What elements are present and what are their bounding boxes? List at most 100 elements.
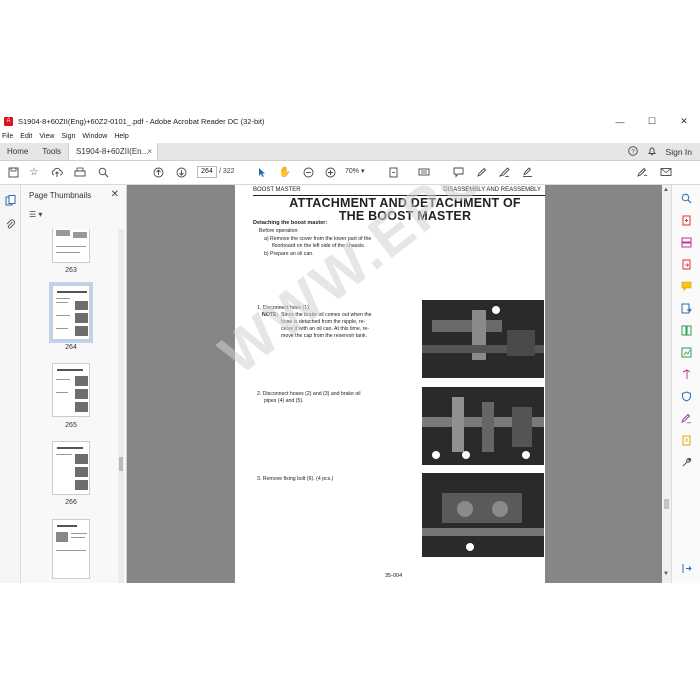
tabbar-right: ? Sign In xyxy=(627,143,700,160)
create-pdf-icon[interactable] xyxy=(681,215,692,226)
comment-tool-icon[interactable] xyxy=(681,281,692,292)
menu-file[interactable]: File xyxy=(2,133,13,140)
thumbnail-page-263[interactable] xyxy=(52,229,90,263)
thumbnails-panel-title: Page Thumbnails xyxy=(29,191,92,200)
page-title-line-1: ATTACHMENT AND DETACHMENT OF xyxy=(289,196,521,210)
fill-sign-icon[interactable] xyxy=(520,165,534,179)
thumbnails-scrollbar[interactable] xyxy=(118,229,124,583)
enhance-scans-icon[interactable] xyxy=(681,347,692,358)
zoom-in-icon[interactable] xyxy=(323,165,337,179)
thumbnails-scroll-thumb[interactable] xyxy=(119,457,123,471)
notifications-bell-icon[interactable] xyxy=(647,146,657,158)
more-tools-wrench-icon[interactable] xyxy=(681,457,692,468)
thumbnail-page-266[interactable] xyxy=(52,441,90,495)
acrobat-app-icon: A xyxy=(4,117,13,126)
page-header-right: DISASSEMBLY AND REASSEMBLY xyxy=(443,187,541,193)
photo-hose-1 xyxy=(422,300,544,378)
thumbnail-page-264[interactable] xyxy=(49,282,93,343)
close-panel-icon[interactable]: ✕ xyxy=(111,189,119,200)
thumbnail-page-267[interactable] xyxy=(52,519,90,579)
help-icon[interactable]: ? xyxy=(627,145,638,158)
sign-pen-icon[interactable] xyxy=(636,165,650,179)
menu-window[interactable]: Window xyxy=(82,133,107,140)
attachments-paperclip-icon[interactable] xyxy=(5,219,16,230)
protect-pdf-icon[interactable] xyxy=(681,369,692,380)
combine-files-icon[interactable] xyxy=(681,237,692,248)
search-icon[interactable] xyxy=(96,165,110,179)
zoom-out-icon[interactable] xyxy=(301,165,315,179)
maximize-button[interactable]: ☐ xyxy=(636,113,668,130)
minimize-button[interactable]: — xyxy=(604,113,636,130)
hand-tool-icon[interactable]: ✋ xyxy=(278,165,292,179)
export-pdf-icon[interactable] xyxy=(681,259,692,270)
keyboard-tools-icon[interactable] xyxy=(417,165,431,179)
save-icon[interactable] xyxy=(6,165,20,179)
next-page-icon[interactable] xyxy=(174,165,188,179)
fit-page-icon[interactable] xyxy=(386,165,400,179)
thumbnail-page-265[interactable] xyxy=(52,363,90,417)
edit-pdf-icon[interactable] xyxy=(681,435,692,446)
scroll-down-icon[interactable]: ▼ xyxy=(663,571,669,577)
send-for-review-icon[interactable] xyxy=(681,303,692,314)
zoom-level-value: 70% xyxy=(345,168,360,175)
tab-document-label: S1904-8+60ZII(En... xyxy=(76,147,149,156)
tab-document[interactable]: S1904-8+60ZII(En... × xyxy=(68,143,159,160)
document-viewer[interactable]: BOOST MASTER DISASSEMBLY AND REASSEMBLY … xyxy=(127,185,662,583)
thumbnail-options-icon[interactable]: ☰ ▾ xyxy=(29,210,49,220)
acrobat-window: A S1904-8+60ZII(Eng)+60Z2-0101_.pdf - Ad… xyxy=(0,113,700,583)
comment-icon[interactable] xyxy=(451,165,465,179)
thumbnail-label-264: 264 xyxy=(65,344,77,351)
menu-help[interactable]: Help xyxy=(114,133,128,140)
bookmark-star-icon[interactable]: ☆ xyxy=(27,165,41,179)
previous-page-icon[interactable] xyxy=(151,165,165,179)
left-navigation-strip xyxy=(0,185,21,583)
before-operation-label: Before operation: xyxy=(259,228,299,234)
scroll-up-icon[interactable]: ▲ xyxy=(663,187,669,193)
close-tab-icon[interactable]: × xyxy=(147,147,152,156)
shield-icon[interactable] xyxy=(681,391,692,402)
tab-tools[interactable]: Tools xyxy=(35,143,68,160)
title-bar: A S1904-8+60ZII(Eng)+60Z2-0101_.pdf - Ad… xyxy=(0,113,700,130)
pdf-page: BOOST MASTER DISASSEMBLY AND REASSEMBLY … xyxy=(235,185,545,583)
search-tool-icon[interactable] xyxy=(681,193,692,204)
note-label: NOTE: xyxy=(262,312,279,318)
thumbnail-label-263: 263 xyxy=(65,267,77,274)
right-tools-pane xyxy=(671,185,700,583)
fill-and-sign-icon[interactable] xyxy=(681,413,692,424)
menu-bar: File Edit View Sign Window Help xyxy=(0,130,700,143)
print-icon[interactable] xyxy=(73,165,87,179)
menu-view[interactable]: View xyxy=(39,133,54,140)
window-title: S1904-8+60ZII(Eng)+60Z2-0101_.pdf - Adob… xyxy=(18,117,265,126)
photo-hoses-2-3 xyxy=(422,387,544,465)
step-b-text: b) Prepare an oil can. xyxy=(264,251,314,257)
photo-fixing-bolt xyxy=(422,473,544,557)
email-icon[interactable] xyxy=(659,165,673,179)
organize-pages-icon[interactable] xyxy=(681,325,692,336)
svg-text:?: ? xyxy=(631,149,635,155)
page-thumbnails-panel: Page Thumbnails ✕ ☰ ▾ 263 264 265 266 xyxy=(21,185,127,583)
thumbnail-label-265: 265 xyxy=(65,422,77,429)
menu-edit[interactable]: Edit xyxy=(20,133,32,140)
document-scroll-thumb[interactable] xyxy=(664,499,669,509)
draw-signature-icon[interactable] xyxy=(497,165,511,179)
window-controls: — ☐ ✕ xyxy=(604,113,700,130)
document-scrollbar[interactable]: ▲ ▼ xyxy=(662,185,671,583)
page-number-input[interactable]: 264 xyxy=(197,166,217,178)
step-2-text-cont: pipes (4) and (5). xyxy=(264,398,304,404)
page-total: / 322 xyxy=(219,168,235,175)
close-window-button[interactable]: ✕ xyxy=(668,113,700,130)
main-toolbar: ☆ 264 / 322 ✋ 70% ▾ xyxy=(0,161,700,185)
thumbnail-label-266: 266 xyxy=(65,499,77,506)
section-subtitle: Detaching the boost master: xyxy=(253,220,328,226)
upload-cloud-icon[interactable] xyxy=(50,165,64,179)
zoom-level-dropdown[interactable]: 70% ▾ xyxy=(345,166,371,178)
step-a-text-cont: floorboard on the left side of the chass… xyxy=(272,243,366,249)
tab-home[interactable]: Home xyxy=(0,143,35,160)
page-thumbnails-icon[interactable] xyxy=(5,195,16,206)
page-header-left: BOOST MASTER xyxy=(253,187,301,193)
sign-in-link[interactable]: Sign In xyxy=(666,147,692,157)
select-cursor-icon[interactable] xyxy=(255,165,269,179)
collapse-tools-pane-icon[interactable] xyxy=(681,563,692,574)
menu-sign[interactable]: Sign xyxy=(61,133,75,140)
highlight-pen-icon[interactable] xyxy=(474,165,488,179)
